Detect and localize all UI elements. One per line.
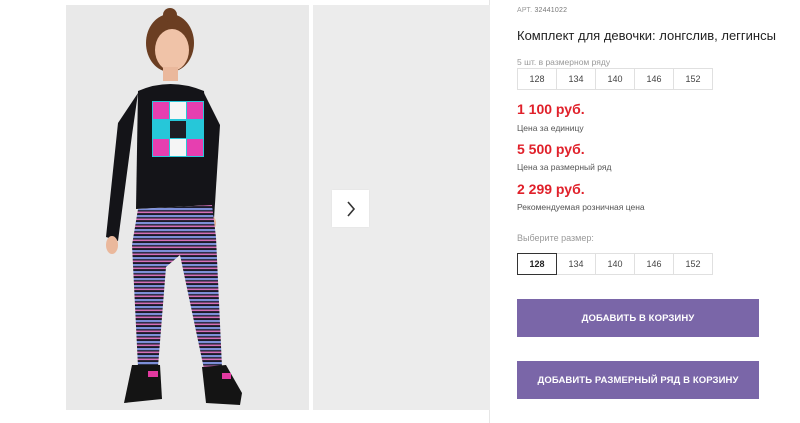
choose-size-label: Выберите размер: bbox=[517, 233, 594, 243]
size-range-item: 152 bbox=[673, 68, 713, 90]
retail-price: 2 299 руб. bbox=[517, 181, 585, 197]
size-selector: 128 134 140 146 152 bbox=[517, 253, 713, 275]
range-price: 5 500 руб. bbox=[517, 141, 585, 157]
size-option-152[interactable]: 152 bbox=[673, 253, 713, 275]
article-value: 32441022 bbox=[534, 7, 568, 14]
size-option-128[interactable]: 128 bbox=[517, 253, 557, 275]
size-range-item: 128 bbox=[517, 68, 557, 90]
size-range-caption: 5 шт. в размерном ряду bbox=[517, 57, 611, 67]
chevron-right-icon bbox=[346, 200, 355, 217]
girl-in-outfit-illustration bbox=[106, 8, 242, 405]
size-range-item: 146 bbox=[634, 68, 674, 90]
size-range-item: 140 bbox=[595, 68, 635, 90]
add-size-range-to-cart-button[interactable]: ДОБАВИТЬ РАЗМЕРНЫЙ РЯД В КОРЗИНУ bbox=[517, 361, 759, 399]
article-label: АРТ. bbox=[517, 7, 533, 14]
unit-price: 1 100 руб. bbox=[517, 101, 585, 117]
size-option-146[interactable]: 146 bbox=[634, 253, 674, 275]
next-photo-button[interactable] bbox=[332, 190, 369, 227]
product-info-panel: АРТ. 32441022 Комплект для девочки: лонг… bbox=[517, 0, 800, 423]
product-gallery bbox=[0, 0, 490, 423]
size-range-item: 134 bbox=[556, 68, 596, 90]
size-option-134[interactable]: 134 bbox=[556, 253, 596, 275]
size-range-list: 128 134 140 146 152 bbox=[517, 68, 713, 90]
add-to-cart-button[interactable]: ДОБАВИТЬ В КОРЗИНУ bbox=[517, 299, 759, 337]
size-option-140[interactable]: 140 bbox=[595, 253, 635, 275]
unit-price-label: Цена за единицу bbox=[517, 123, 584, 133]
product-title: Комплект для девочки: лонгслив, леггинсы bbox=[517, 28, 776, 43]
article-number: АРТ. 32441022 bbox=[517, 7, 567, 14]
product-photo[interactable] bbox=[66, 5, 309, 410]
range-price-label: Цена за размерный ряд bbox=[517, 162, 612, 172]
retail-price-label: Рекомендуемая розничная цена bbox=[517, 202, 645, 212]
